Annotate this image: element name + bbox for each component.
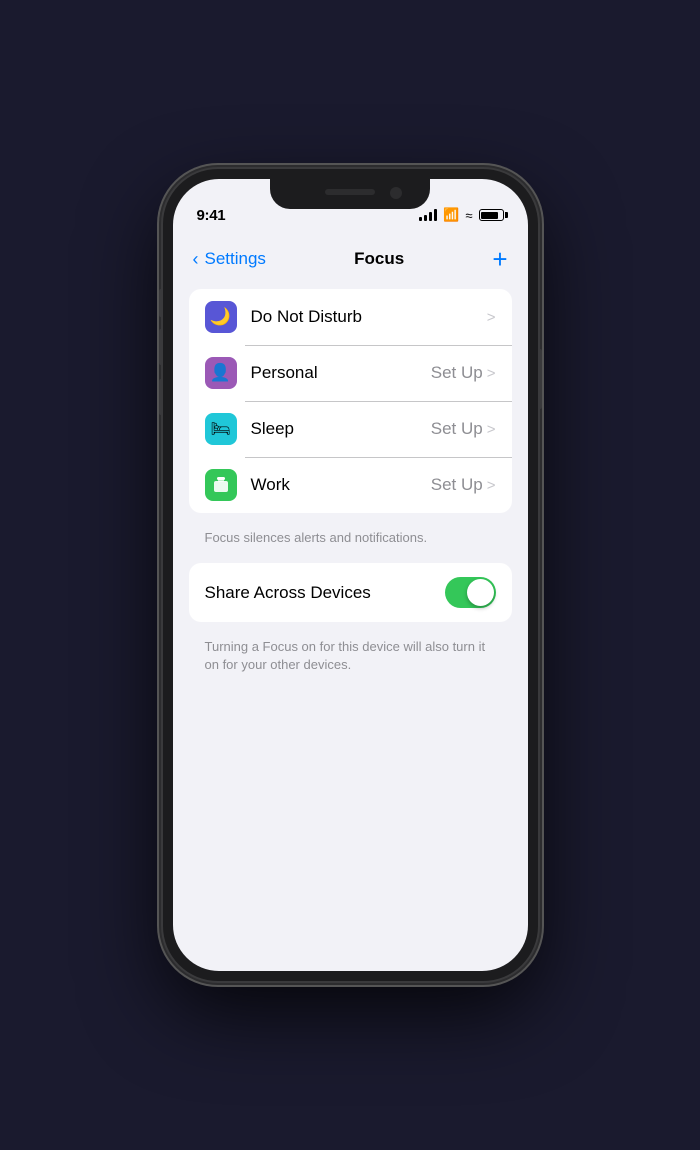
share-toggle[interactable] — [445, 577, 496, 608]
wifi-icon: 📶 — [443, 207, 459, 223]
toggle-knob — [467, 579, 494, 606]
back-chevron-icon: ‹ — [193, 249, 199, 270]
add-button[interactable]: + — [492, 244, 507, 275]
work-action: Set Up > — [431, 475, 496, 495]
sleep-row[interactable]: 🛏 Sleep Set Up > — [189, 401, 512, 457]
focus-list-card: 🌙 Do Not Disturb > 👤 Personal Set Up > — [189, 289, 512, 513]
phone-screen: 9:41 📶 ≈ ‹ Settings Focus — [173, 179, 528, 971]
work-icon — [205, 469, 237, 501]
volume-down-button[interactable] — [159, 379, 163, 415]
notch — [270, 179, 430, 209]
camera — [390, 187, 402, 199]
signal-icon — [419, 209, 437, 221]
battery-icon — [479, 209, 504, 221]
page-title: Focus — [354, 249, 404, 269]
work-setup-label: Set Up — [431, 475, 483, 495]
personal-label: Personal — [251, 363, 431, 383]
personal-setup-label: Set Up — [431, 363, 483, 383]
personal-icon: 👤 — [205, 357, 237, 389]
work-row[interactable]: Work Set Up > — [189, 457, 512, 513]
focus-caption: Focus silences alerts and notifications. — [189, 521, 512, 563]
sleep-chevron-icon: > — [487, 421, 496, 438]
work-chevron-icon: > — [487, 477, 496, 494]
personal-chevron-icon: > — [487, 365, 496, 382]
work-label: Work — [251, 475, 431, 495]
dnd-action: > — [487, 309, 496, 326]
nav-header: ‹ Settings Focus + — [173, 237, 528, 281]
share-label: Share Across Devices — [205, 583, 371, 603]
status-time: 9:41 — [197, 207, 226, 224]
dnd-chevron-icon: > — [487, 309, 496, 326]
share-caption: Turning a Focus on for this device will … — [189, 630, 512, 674]
dnd-label: Do Not Disturb — [251, 307, 487, 327]
personal-action: Set Up > — [431, 363, 496, 383]
sleep-action: Set Up > — [431, 419, 496, 439]
share-across-devices-card: Share Across Devices — [189, 563, 512, 622]
volume-up-button[interactable] — [159, 329, 163, 365]
back-button[interactable]: ‹ Settings — [193, 249, 266, 270]
wifi-symbol: ≈ — [465, 208, 472, 223]
power-button[interactable] — [538, 349, 542, 409]
sleep-icon: 🛏 — [205, 413, 237, 445]
speaker — [325, 189, 375, 195]
sleep-label: Sleep — [251, 419, 431, 439]
back-label: Settings — [205, 249, 266, 269]
do-not-disturb-row[interactable]: 🌙 Do Not Disturb > — [189, 289, 512, 345]
status-icons: 📶 ≈ — [419, 207, 503, 223]
content-area: 🌙 Do Not Disturb > 👤 Personal Set Up > — [173, 289, 528, 971]
phone-frame: 9:41 📶 ≈ ‹ Settings Focus — [163, 169, 538, 981]
mute-button[interactable] — [159, 289, 163, 317]
sleep-setup-label: Set Up — [431, 419, 483, 439]
personal-row[interactable]: 👤 Personal Set Up > — [189, 345, 512, 401]
dnd-icon: 🌙 — [205, 301, 237, 333]
